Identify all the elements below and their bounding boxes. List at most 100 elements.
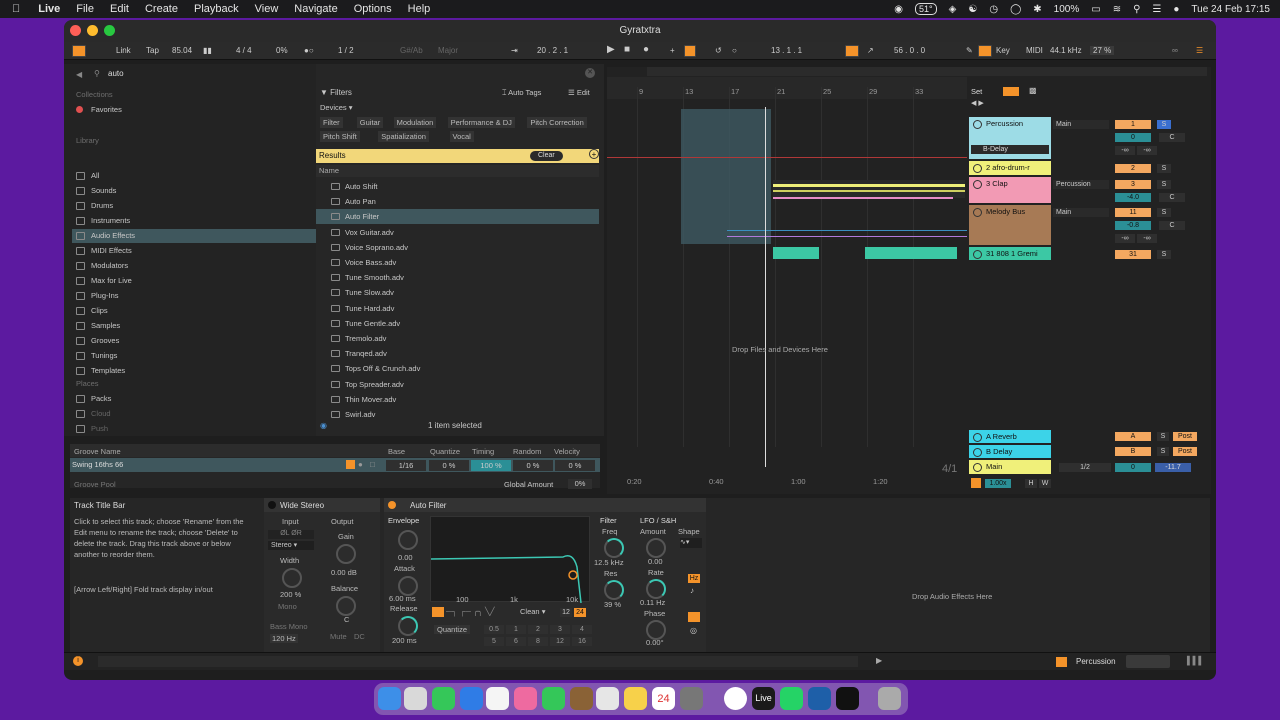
battery-percent[interactable]: 100% [1054, 4, 1080, 15]
attack-knob[interactable] [398, 576, 418, 596]
clear-results-button[interactable]: Clear [530, 151, 563, 161]
solo-button[interactable]: S [1157, 250, 1171, 259]
sidebar-item-clips[interactable]: Clips [72, 304, 316, 318]
notes-icon[interactable] [624, 687, 647, 710]
track-number-button[interactable]: 11 [1115, 208, 1151, 217]
groove-velocity-field[interactable]: 0 % [555, 460, 595, 471]
apple-icon[interactable]:  [12, 3, 20, 15]
layers-icon[interactable]: ◈ [949, 4, 957, 15]
release-knob[interactable] [398, 616, 418, 636]
result-item[interactable]: Tops Off & Crunch.adv [316, 361, 599, 376]
send-a-field[interactable]: -∞ [1115, 234, 1135, 243]
track-volume-field[interactable]: 0 [1115, 133, 1151, 142]
tag-pitch-shift[interactable]: Pitch Shift [320, 131, 360, 142]
loop-length-field[interactable]: 56 . 0 . 0 [894, 46, 925, 55]
clip-clap[interactable] [773, 195, 965, 203]
keyboard-midi-icon[interactable] [978, 45, 992, 57]
rate-knob[interactable] [646, 579, 666, 599]
track-header[interactable]: 2 afro-drum-r [969, 161, 1051, 175]
siri-icon[interactable]: ● [1173, 4, 1179, 15]
dc-button[interactable]: DC [354, 632, 365, 641]
post-button[interactable]: Post [1173, 432, 1197, 441]
phase-knob[interactable] [646, 620, 666, 640]
arrangement-zoom-field[interactable]: 1.00x [985, 479, 1011, 488]
result-item[interactable]: Swirl.adv [316, 407, 599, 422]
clip-melody[interactable] [727, 227, 967, 241]
track-output-select[interactable]: Main [1053, 208, 1109, 217]
metronome-icon[interactable]: ●○ [304, 46, 314, 55]
key-map-button[interactable]: Key [996, 46, 1010, 55]
messages-icon[interactable] [432, 687, 455, 710]
photos-icon[interactable] [514, 687, 537, 710]
track-activator-icon[interactable] [973, 120, 982, 129]
tag-guitar[interactable]: Guitar [356, 117, 384, 128]
menu-lines-icon[interactable]: ☰ [1196, 46, 1203, 55]
midi-map-button[interactable]: MIDI [1026, 46, 1043, 55]
return-solo-button[interactable]: S [1157, 432, 1169, 441]
filters-label[interactable]: ▼ Filters [320, 88, 352, 97]
menu-options[interactable]: Options [354, 3, 392, 15]
track-number-button[interactable]: 31 [1115, 250, 1151, 259]
shape-select[interactable]: ∿▾ [680, 538, 702, 548]
metronome-bars-icon[interactable]: ▮▮ [203, 46, 212, 55]
chrome-icon[interactable] [724, 687, 747, 710]
slope-12-button[interactable]: 12 [560, 608, 572, 617]
mail-icon[interactable] [460, 687, 483, 710]
track-activator-icon[interactable] [973, 164, 982, 173]
mute-button[interactable]: Mute [330, 632, 347, 641]
quantize-button[interactable]: Quantize [434, 625, 471, 634]
quantize-value-button[interactable]: 3 [550, 625, 570, 634]
sidebar-item-all[interactable]: All [72, 169, 316, 183]
punch-icon[interactable]: ↗ [867, 46, 874, 55]
search-icon[interactable]: ⚲ [1133, 4, 1140, 15]
reminders-icon[interactable] [596, 687, 619, 710]
menu-navigate[interactable]: Navigate [294, 3, 337, 15]
sidebar-item-templates[interactable]: Templates [72, 364, 316, 378]
bluetooth-icon[interactable]: ✱ [1033, 4, 1041, 15]
sidebar-item-samples[interactable]: Samples [72, 319, 316, 333]
record-button[interactable]: ● [643, 44, 649, 55]
quantize-value-button[interactable]: 2 [528, 625, 548, 634]
set-button[interactable]: Set [971, 87, 982, 96]
solo-button[interactable]: S [1157, 120, 1171, 129]
follow-icon[interactable]: ⇥ [511, 46, 518, 55]
sidebar-item-grooves[interactable]: Grooves [72, 334, 316, 348]
global-amount-field[interactable]: 0% [568, 479, 592, 489]
freq-knob[interactable] [604, 538, 624, 558]
master-fold-icon[interactable] [973, 463, 982, 472]
return-activator-icon[interactable] [973, 433, 982, 442]
tag-pitch-correction[interactable]: Pitch Correction [527, 117, 587, 128]
info-circle-icon[interactable]: ◉ [320, 421, 327, 430]
bass-mono-freq[interactable]: 120 Hz [270, 634, 298, 643]
key-root-field[interactable]: G#/Ab [400, 46, 423, 55]
sidechain-icon[interactable] [688, 612, 700, 622]
sidebar-item-modulators[interactable]: Modulators [72, 259, 316, 273]
result-item[interactable]: Tune Smooth.adv [316, 270, 599, 285]
slope-24-button[interactable]: 24 [574, 608, 586, 617]
maps-icon[interactable] [486, 687, 509, 710]
solo-button[interactable]: S [1157, 208, 1171, 217]
track-activator-icon[interactable] [973, 208, 982, 217]
calendar-icon[interactable]: 24 [652, 687, 675, 710]
vpn-icon[interactable]: ◯ [1010, 4, 1021, 15]
send-b-field[interactable]: -∞ [1137, 146, 1157, 155]
play-button[interactable]: ▶ [607, 44, 615, 55]
result-item[interactable]: Auto Pan [316, 194, 599, 209]
power-circle-icon[interactable]: ◎ [690, 626, 697, 635]
height-toggle-button[interactable]: H [1025, 479, 1037, 488]
facetime-icon[interactable] [542, 687, 565, 710]
width-toggle-button[interactable]: W [1039, 479, 1051, 488]
session-record-icon[interactable]: ○ [732, 46, 737, 55]
time-signature-field[interactable]: 4 / 4 [236, 46, 252, 55]
return-track[interactable]: B Delay [969, 445, 1051, 458]
clip-808-1[interactable] [773, 247, 819, 259]
menu-create[interactable]: Create [145, 3, 178, 15]
groove-commit-icon[interactable] [346, 460, 355, 469]
track-pan-field[interactable]: C [1159, 133, 1185, 142]
arrangement-position-field[interactable]: 20 . 2 . 1 [537, 46, 568, 55]
fold-arrows-icon[interactable]: ◀ ▶ [971, 99, 984, 107]
groove-percent-field[interactable]: 0% [276, 46, 288, 55]
result-item[interactable]: Tremolo.adv [316, 331, 599, 346]
tag-modulation[interactable]: Modulation [393, 117, 437, 128]
mono-button[interactable]: Mono [278, 602, 297, 611]
